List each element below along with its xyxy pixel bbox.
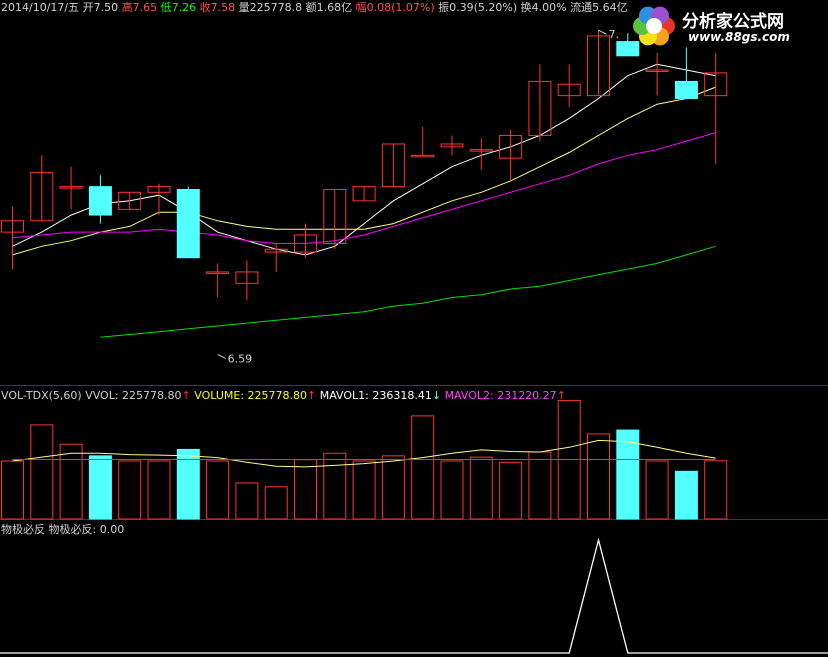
turnover-label: 换 — [520, 1, 532, 14]
volume-indicator-name: VOL-TDX(5,60) — [1, 389, 82, 402]
volume-bar — [1, 460, 24, 520]
mavol1-line — [12, 439, 716, 468]
volume-bar — [645, 460, 669, 520]
volume-bar — [59, 443, 83, 520]
amount-label: 额 — [305, 1, 317, 14]
annotation-pointer — [217, 353, 226, 359]
volume-bar — [147, 460, 171, 520]
price-header: 2014/10/17/五 开7.50 高7.65 低7.26 收7.58 量22… — [1, 1, 628, 14]
logo-center — [646, 18, 662, 34]
mavol1-text: MAVOL1: 236318.41 — [319, 389, 432, 402]
ma-line-3 — [100, 245, 716, 338]
volume-bar — [323, 452, 347, 520]
site-logo: 分析家公式网 www.88gs.com — [628, 2, 828, 52]
down-arrow-icon: ↓ — [431, 389, 442, 402]
turnover-value: 4.00% — [531, 1, 567, 14]
volume-bar — [352, 460, 376, 520]
high-value: 7.65 — [132, 1, 158, 14]
close-label: 收 — [199, 1, 211, 14]
chart-canvas[interactable]: 6.59 7. — [0, 0, 828, 657]
volume-bar — [587, 433, 610, 520]
volume-value: 225778.8 — [249, 1, 303, 14]
signal-value-text: 物极必反: 0.00 — [48, 523, 125, 536]
amplitude-value: 0.39(5.20%) — [449, 1, 518, 14]
volume-bar — [674, 470, 698, 520]
logo-text: 分析家公式网 — [682, 12, 784, 32]
amount-value: 1.68亿 — [316, 1, 353, 14]
volume-bar — [440, 460, 464, 520]
change-value: 0.08(1.07%) — [366, 1, 435, 14]
ma-line-1 — [12, 86, 716, 256]
volume-bar — [411, 415, 435, 520]
price-annotation: 6.59 — [228, 352, 253, 365]
stock-chart-window: 6.59 7. 2014/10/17/五 开7.50 高7.65 低7.26 收7… — [0, 0, 828, 657]
logo-url: www.88gs.com — [688, 30, 790, 44]
volume-header: VOL-TDX(5,60) VVOL: 225778.80↑ VOLUME: 2… — [1, 389, 566, 402]
float-value: 5.64亿 — [592, 1, 628, 14]
close-value: 7.58 — [210, 1, 236, 14]
flower-logo-icon — [633, 6, 675, 46]
volume-bar — [235, 482, 259, 520]
amplitude-label: 振 — [438, 1, 450, 14]
float-label: 流通 — [570, 1, 593, 14]
volume-bar — [704, 460, 728, 520]
volume-bar — [381, 455, 405, 520]
open-label: 开 — [82, 1, 94, 14]
volume-bar — [264, 486, 288, 520]
price-annotation: 7. — [609, 28, 620, 41]
candle-body — [411, 154, 435, 158]
low-label: 低 — [160, 1, 172, 14]
up-arrow-icon: ↑ — [181, 389, 191, 402]
volume-bar — [499, 461, 523, 520]
volume-bar — [528, 451, 552, 520]
candle-body — [88, 186, 112, 216]
signal-header: 物极必反 物极必反: 0.00 — [1, 523, 124, 536]
ma-line-0 — [12, 63, 716, 256]
vvol-text: VVOL: 225778.80 — [85, 389, 182, 402]
up-arrow-icon: ↑ — [307, 389, 317, 402]
volume-bar — [206, 460, 230, 520]
signal-indicator-name: 物极必反 — [1, 523, 45, 536]
volume-bar — [88, 455, 112, 520]
candle-body — [674, 80, 698, 99]
mavol2-text: MAVOL2: 231220.27 — [444, 389, 557, 402]
up-arrow-icon: ↑ — [556, 389, 566, 402]
volume-bar — [30, 424, 54, 520]
low-value: 7.26 — [171, 1, 197, 14]
volume-bar — [118, 460, 142, 520]
signal-line — [0, 537, 828, 654]
date-text: 2014/10/17/五 — [1, 1, 80, 14]
open-value: 7.50 — [93, 1, 119, 14]
volume-bar — [294, 459, 317, 520]
annotation-pointer — [598, 29, 607, 35]
high-label: 高 — [121, 1, 133, 14]
change-label: 幅 — [355, 1, 367, 14]
volume-bar — [469, 456, 493, 520]
candle-body — [176, 188, 200, 259]
volume-label: 量 — [238, 1, 250, 14]
volume-text: VOLUME: 225778.80 — [194, 389, 307, 402]
